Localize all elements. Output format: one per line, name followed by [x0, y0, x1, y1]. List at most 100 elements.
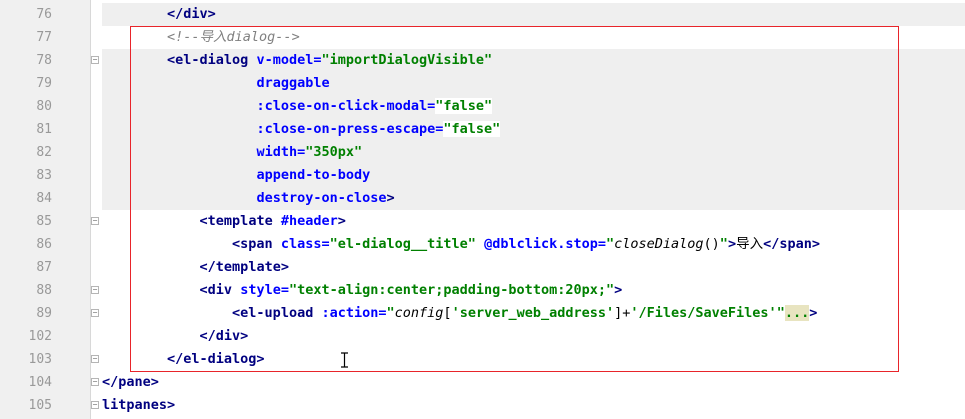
code-token: </el-dialog> — [167, 351, 265, 367]
code-text: width="350px" — [102, 141, 362, 164]
code-line[interactable]: 83 append-to-body — [0, 164, 965, 187]
fold-toggle-icon[interactable]: − — [91, 56, 99, 64]
code-token: <div — [199, 282, 233, 298]
code-text: destroy-on-close> — [102, 187, 395, 210]
code-token: v-model= — [256, 52, 322, 68]
line-number: 83 — [36, 168, 52, 183]
code-text: <!--导入dialog--> — [102, 26, 300, 49]
code-token: #header — [280, 213, 338, 229]
code-text: <span class="el-dialog__title" @dblclick… — [102, 233, 820, 256]
fold-toggle-icon[interactable]: − — [91, 217, 99, 225]
code-token: append-to-body — [256, 167, 371, 183]
code-text: </div> — [102, 325, 249, 348]
code-text: </template> — [102, 256, 289, 279]
code-line[interactable]: 86 <span class="el-dialog__title" @dblcl… — [0, 233, 965, 256]
code-token: destroy-on-close — [256, 190, 387, 206]
code-token: " — [605, 236, 615, 252]
code-text: </pane> — [102, 371, 159, 394]
code-token: "importDialogVisible" — [321, 52, 493, 68]
line-number: 87 — [36, 260, 52, 275]
code-token: @dblclick.stop= — [484, 236, 606, 252]
code-token: <el-upload — [232, 305, 314, 321]
code-line[interactable]: 80 :close-on-click-modal="false" — [0, 95, 965, 118]
code-line[interactable]: 103 − </el-dialog> — [0, 348, 965, 371]
code-line[interactable]: 84 destroy-on-close> — [0, 187, 965, 210]
line-number: 82 — [36, 145, 52, 160]
code-token: <!--导入dialog--> — [167, 29, 300, 45]
code-text: <div style="text-align:center;padding-bo… — [102, 279, 623, 302]
code-line[interactable]: 87 </template> — [0, 256, 965, 279]
code-line[interactable]: 81 :close-on-press-escape="false" — [0, 118, 965, 141]
line-number: 102 — [28, 329, 52, 344]
line-number: 88 — [36, 283, 52, 298]
code-token: > — [809, 305, 818, 321]
fold-toggle-icon[interactable]: − — [91, 378, 99, 386]
code-token: width= — [256, 144, 306, 160]
code-line[interactable]: 104 − </pane> — [0, 371, 965, 394]
code-token: draggable — [256, 75, 330, 91]
code-line[interactable]: 105 − litpanes> — [0, 394, 965, 417]
code-token: () — [703, 236, 720, 252]
code-token: "el-dialog__title" — [329, 236, 476, 252]
code-token: > — [386, 190, 395, 206]
code-line[interactable]: 77 <!--导入dialog--> — [0, 26, 965, 49]
code-line[interactable]: 88 − <div style="text-align:center;paddin… — [0, 279, 965, 302]
code-token: "text-align:center;padding-bottom:20px;" — [288, 282, 615, 298]
fold-toggle-icon[interactable]: − — [91, 286, 99, 294]
code-line[interactable]: 78 − <el-dialog v-model="importDialogVisi… — [0, 49, 965, 72]
fold-toggle-icon[interactable]: − — [91, 401, 99, 409]
code-text: </div> — [102, 3, 216, 26]
code-token: " — [719, 236, 728, 252]
code-line[interactable]: 76 </div> — [0, 3, 965, 26]
code-line[interactable]: 79 draggable — [0, 72, 965, 95]
code-token: "false" — [435, 98, 493, 114]
code-editor[interactable]: 76 </div> 77 <!--导入dialog--> 78− <el-dialo… — [0, 3, 965, 417]
code-text: :close-on-press-escape="false" — [102, 118, 501, 141]
code-text: </el-dialog> — [102, 348, 265, 371]
code-token: [ — [443, 305, 452, 321]
text-cursor-icon — [341, 352, 348, 368]
code-line[interactable]: 85 − <template #header> — [0, 210, 965, 233]
code-token: </pane> — [102, 374, 159, 390]
line-number: 104 — [28, 375, 52, 390]
line-number: 78 — [36, 53, 52, 68]
code-line[interactable]: 82 width="350px" — [0, 141, 965, 164]
code-line[interactable]: 89− <el-upload :action="config['server_w… — [0, 302, 965, 325]
code-token: 导入 — [736, 236, 764, 252]
code-token: :close-on-press-escape= — [256, 121, 444, 137]
code-token: </span> — [763, 236, 820, 252]
code-token: </div> — [199, 328, 249, 344]
code-text: litpanes> — [102, 394, 175, 417]
code-token: :close-on-click-modal= — [256, 98, 436, 114]
line-number: 84 — [36, 191, 52, 206]
line-number: 85 — [36, 214, 52, 229]
code-token: <template — [199, 213, 273, 229]
code-token: ... — [784, 305, 810, 321]
code-token: class= — [280, 236, 330, 252]
code-text: :close-on-click-modal="false" — [102, 95, 493, 118]
line-number: 105 — [28, 398, 52, 413]
fold-toggle-icon[interactable]: − — [91, 309, 99, 317]
code-line[interactable]: 102 </div> — [0, 325, 965, 348]
line-number: 86 — [36, 237, 52, 252]
code-token: " — [386, 305, 395, 321]
line-number: 103 — [28, 352, 52, 367]
code-token: </div> — [167, 6, 216, 22]
code-token: ]+ — [614, 305, 631, 321]
code-text: <template #header> — [102, 210, 346, 233]
fold-toggle-icon[interactable]: − — [91, 355, 99, 363]
